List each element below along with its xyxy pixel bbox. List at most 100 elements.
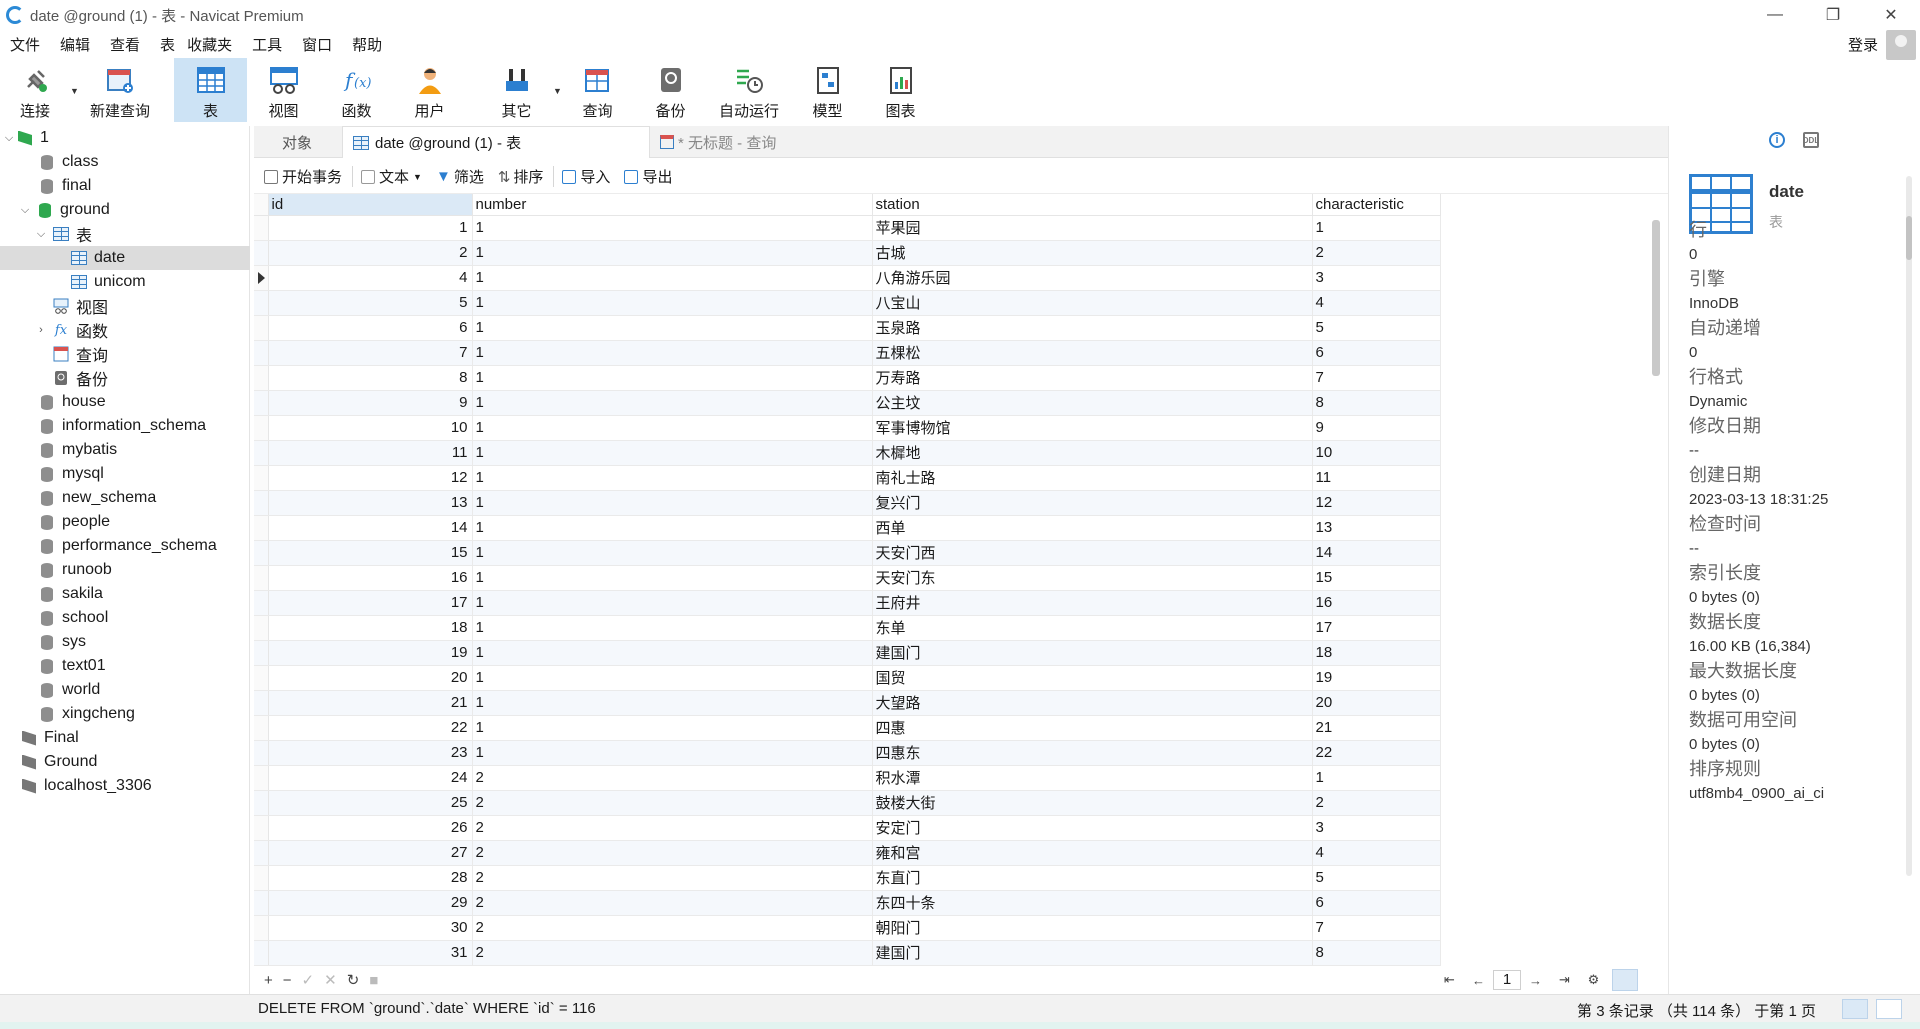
cell-station[interactable]: 玉泉路: [872, 315, 1313, 341]
cell-id[interactable]: 11: [268, 440, 473, 466]
row-header[interactable]: [254, 690, 269, 716]
table-row[interactable]: 29 2 东四十条 6: [254, 890, 1441, 916]
row-header[interactable]: [254, 340, 269, 366]
cell-number[interactable]: 1: [472, 465, 873, 491]
tree-db-house[interactable]: house: [0, 390, 250, 414]
cell-station[interactable]: 四惠东: [872, 740, 1313, 766]
cell-characteristic[interactable]: 16: [1312, 590, 1441, 616]
tree-db-school[interactable]: school: [0, 606, 250, 630]
row-header[interactable]: [254, 240, 269, 266]
cell-characteristic[interactable]: 15: [1312, 565, 1441, 591]
close-button[interactable]: ✕: [1862, 0, 1920, 30]
row-header[interactable]: [254, 515, 269, 541]
tree-folder-views[interactable]: 视图: [0, 294, 250, 318]
cell-station[interactable]: 天安门西: [872, 540, 1313, 566]
table-row[interactable]: 6 1 玉泉路 5: [254, 315, 1441, 341]
cell-characteristic[interactable]: 14: [1312, 540, 1441, 566]
cell-characteristic[interactable]: 7: [1312, 365, 1441, 391]
cell-characteristic[interactable]: 1: [1312, 215, 1441, 241]
cell-number[interactable]: 2: [472, 790, 873, 816]
tab-untitled-query[interactable]: * 无标题 - 查询: [650, 126, 880, 158]
table-row[interactable]: 16 1 天安门东 15: [254, 565, 1441, 591]
row-header[interactable]: [254, 465, 269, 491]
table-row[interactable]: 22 1 四惠 21: [254, 715, 1441, 741]
tree-db-new-schema[interactable]: new_schema: [0, 486, 250, 510]
cell-id[interactable]: 27: [268, 840, 473, 866]
sort-button[interactable]: ⇅ 排序: [494, 166, 548, 187]
table-row[interactable]: 20 1 国贸 19: [254, 665, 1441, 691]
cell-id[interactable]: 2: [268, 240, 473, 266]
table-row[interactable]: 25 2 鼓楼大街 2: [254, 790, 1441, 816]
cell-station[interactable]: 公主坟: [872, 390, 1313, 416]
cell-station[interactable]: 天安门东: [872, 565, 1313, 591]
cell-number[interactable]: 1: [472, 540, 873, 566]
restore-button[interactable]: ❐: [1804, 0, 1862, 30]
tree-connection-1[interactable]: ⌵ 1: [0, 126, 250, 150]
table-row[interactable]: 27 2 雍和宫 4: [254, 840, 1441, 866]
table-row[interactable]: 11 1 木樨地 10: [254, 440, 1441, 466]
cell-number[interactable]: 1: [472, 715, 873, 741]
menu-window[interactable]: 窗口: [292, 34, 342, 55]
table-row[interactable]: 31 2 建国门 8: [254, 940, 1441, 966]
cell-number[interactable]: 1: [472, 565, 873, 591]
export-button[interactable]: 导出: [620, 166, 676, 187]
cell-number[interactable]: 1: [472, 440, 873, 466]
cell-id[interactable]: 17: [268, 590, 473, 616]
text-button[interactable]: 文本 ▼: [352, 166, 426, 187]
table-row[interactable]: 2 1 古城 2: [254, 240, 1441, 266]
automation-button[interactable]: 自动运行: [707, 58, 791, 122]
cell-characteristic[interactable]: 17: [1312, 615, 1441, 641]
cell-station[interactable]: 王府井: [872, 590, 1313, 616]
column-header-number[interactable]: number: [472, 194, 873, 216]
tree-db-mysql[interactable]: mysql: [0, 462, 250, 486]
tree-table-unicom[interactable]: unicom: [0, 270, 250, 294]
cell-characteristic[interactable]: 13: [1312, 515, 1441, 541]
cell-number[interactable]: 2: [472, 840, 873, 866]
cell-station[interactable]: 建国门: [872, 940, 1313, 966]
tree-connection-localhost[interactable]: localhost_3306: [0, 774, 250, 798]
menu-favorites[interactable]: 收藏夹: [177, 34, 242, 55]
cell-characteristic[interactable]: 3: [1312, 265, 1441, 291]
row-header[interactable]: [254, 815, 269, 841]
new-query-button[interactable]: 新建查询: [78, 58, 162, 122]
cell-station[interactable]: 八角游乐园: [872, 265, 1313, 291]
cell-station[interactable]: 朝阳门: [872, 915, 1313, 941]
cell-id[interactable]: 25: [268, 790, 473, 816]
cell-station[interactable]: 八宝山: [872, 290, 1313, 316]
cell-id[interactable]: 4: [268, 265, 473, 291]
cell-number[interactable]: 1: [472, 365, 873, 391]
table-row[interactable]: 9 1 公主坟 8: [254, 390, 1441, 416]
cell-characteristic[interactable]: 2: [1312, 790, 1441, 816]
tree-connection-ground[interactable]: Ground: [0, 750, 250, 774]
row-header[interactable]: [254, 415, 269, 441]
chevron-down-icon[interactable]: ⌵: [34, 228, 48, 241]
cell-id[interactable]: 18: [268, 615, 473, 641]
cell-characteristic[interactable]: 3: [1312, 815, 1441, 841]
layout-toggle-left[interactable]: [1842, 999, 1868, 1019]
user-button[interactable]: 用户: [393, 58, 466, 122]
add-record-button[interactable]: +: [264, 972, 273, 989]
cell-number[interactable]: 1: [472, 390, 873, 416]
cell-station[interactable]: 古城: [872, 240, 1313, 266]
cell-station[interactable]: 积水潭: [872, 765, 1313, 791]
tree-db-class[interactable]: class: [0, 150, 250, 174]
table-row[interactable]: 28 2 东直门 5: [254, 865, 1441, 891]
row-header[interactable]: [254, 665, 269, 691]
cell-characteristic[interactable]: 8: [1312, 940, 1441, 966]
cell-characteristic[interactable]: 1: [1312, 765, 1441, 791]
discard-changes-button[interactable]: ✕: [324, 971, 337, 989]
form-view-toggle[interactable]: [1642, 969, 1668, 991]
info-icon[interactable]: i: [1769, 132, 1785, 148]
filter-button[interactable]: ▼ 筛选: [432, 166, 488, 187]
column-header-station[interactable]: station: [872, 194, 1313, 216]
cell-number[interactable]: 1: [472, 590, 873, 616]
layout-toggle-right[interactable]: [1876, 999, 1902, 1019]
cell-number[interactable]: 1: [472, 490, 873, 516]
grid-view-toggle[interactable]: [1612, 969, 1638, 991]
login-link[interactable]: 登录: [1848, 34, 1878, 55]
table-row[interactable]: 4 1 八角游乐园 3: [254, 265, 1441, 291]
cell-characteristic[interactable]: 12: [1312, 490, 1441, 516]
begin-transaction-button[interactable]: 开始事务: [260, 166, 346, 187]
ddl-icon[interactable]: DDL: [1803, 132, 1819, 148]
others-dropdown-icon[interactable]: ▼: [553, 58, 562, 96]
